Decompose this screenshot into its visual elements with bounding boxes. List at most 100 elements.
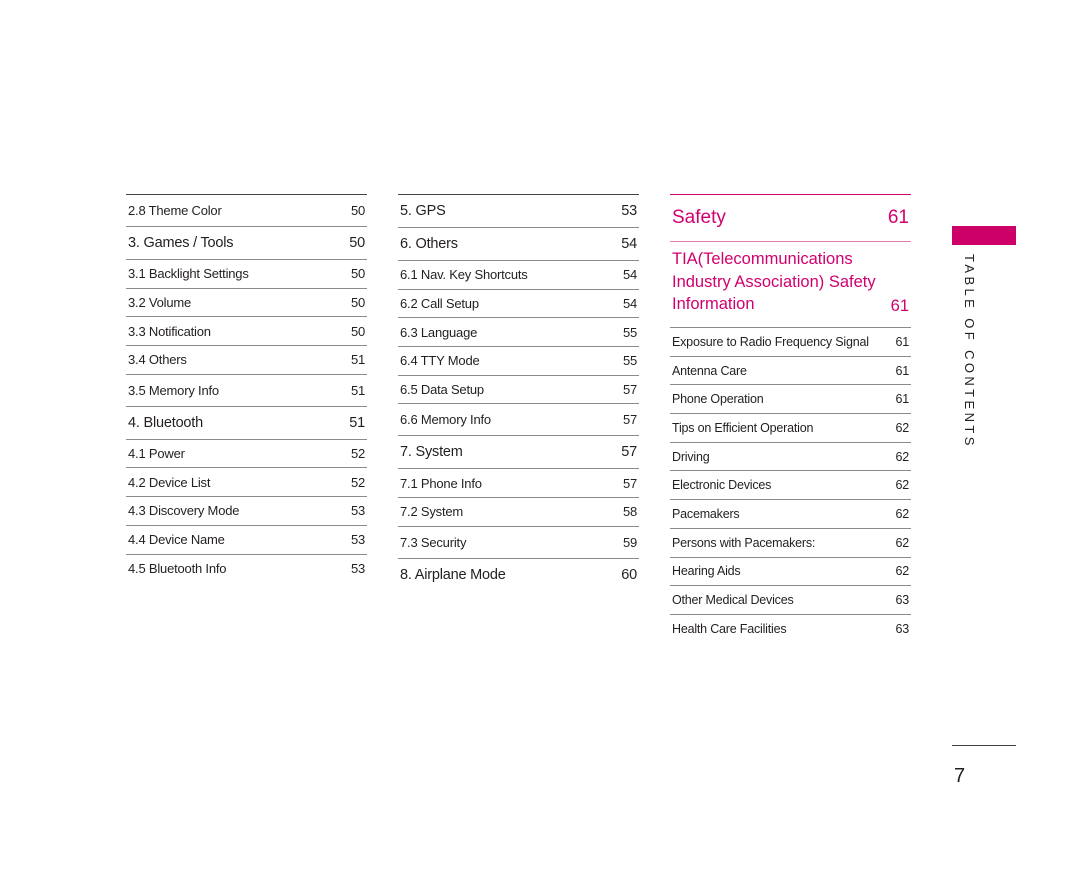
toc-entry[interactable]: Electronic Devices 62 [670, 470, 911, 499]
toc-entry-title: Other Medical Devices [672, 593, 794, 608]
toc-entry[interactable]: 8. Airplane Mode 60 [398, 557, 639, 591]
toc-entry-page: 62 [895, 506, 909, 521]
toc-entry-title: 7.2 System [400, 504, 464, 520]
toc-entry[interactable]: 3.5 Memory Info 51 [126, 373, 367, 406]
toc-entry-title: Electronic Devices [672, 478, 772, 493]
toc-entry[interactable]: 3.2 Volume 50 [126, 287, 367, 317]
toc-entry[interactable]: 6.1 Nav. Key Shortcuts 54 [398, 260, 639, 289]
toc-entry[interactable]: 7. System 57 [398, 435, 639, 468]
toc-list: 2.8 Theme Color 50 3. Games / Tools 50 3.1 B… [126, 194, 367, 582]
toc-entry[interactable]: 3.3 Notification 50 [126, 316, 367, 345]
toc-entry-title: 3.5 Memory Info [128, 382, 219, 398]
toc-entry[interactable]: 7.3 Security 59 [398, 525, 639, 558]
toc-entry-title: 5. GPS [400, 203, 446, 219]
toc-list: 5. GPS 53 6. Others 54 6.1 Nav. Key Shortcut… [398, 194, 639, 591]
toc-entry-title: 7.1 Phone Info [400, 475, 482, 491]
toc-entry[interactable]: 4.1 Power 52 [126, 438, 367, 468]
toc-entry[interactable]: 3.4 Others 51 [126, 345, 367, 374]
toc-entry-page: 62 [895, 420, 909, 435]
toc-entry-page: 62 [895, 478, 909, 493]
toc-entry[interactable]: 4.4 Device Name 53 [126, 524, 367, 554]
toc-entry-title: Pacemakers [672, 506, 740, 521]
toc-entry[interactable]: 4.2 Device List 52 [126, 467, 367, 496]
toc-entry-title: Health Care Facilities [672, 621, 787, 636]
safety-list: Exposure to Radio Frequency Signal 61 Ante… [670, 327, 911, 643]
toc-entry[interactable]: Pacemakers 62 [670, 499, 911, 528]
toc-entry[interactable]: 6. Others 54 [398, 227, 639, 260]
toc-entry-title: 3.3 Notification [128, 323, 211, 339]
toc-entry-title: 4.5 Bluetooth Info [128, 560, 227, 576]
toc-entry-page: 53 [350, 532, 365, 548]
toc-entry-title: 3.1 Backlight Settings [128, 266, 249, 282]
toc-entry-page: 50 [350, 266, 365, 282]
toc-entry-page: 58 [622, 504, 637, 520]
toc-entry-title: 4.2 Device List [128, 474, 211, 490]
toc-entry-page: 53 [621, 203, 637, 219]
toc-entry-title: 8. Airplane Mode [400, 566, 506, 583]
tia-heading-title: TIA(Telecommunications Industry Associat… [672, 250, 876, 313]
toc-entry-page: 57 [622, 475, 637, 491]
toc-entry[interactable]: 2.8 Theme Color 50 [126, 194, 367, 226]
toc-entry-page: 62 [895, 535, 909, 550]
toc-entry-title: Persons with Pacemakers: [672, 535, 816, 550]
toc-entry[interactable]: 7.1 Phone Info 57 [398, 468, 639, 497]
toc-entry-title: 6.2 Call Setup [400, 296, 479, 312]
safety-heading[interactable]: Safety 61 [670, 194, 911, 241]
toc-entry-title: 4. Bluetooth [128, 414, 203, 431]
toc-entry[interactable]: 7.2 System 58 [398, 497, 639, 526]
toc-entry[interactable]: 4.5 Bluetooth Info 53 [126, 553, 367, 583]
toc-entry[interactable]: 3.1 Backlight Settings 50 [126, 259, 367, 288]
toc-entry[interactable]: 6.4 TTY Mode 55 [398, 346, 639, 375]
toc-entry-page: 57 [622, 412, 637, 428]
toc-entry-page: 51 [349, 414, 365, 431]
toc-entry-title: 3. Games / Tools [128, 235, 234, 251]
toc-entry[interactable]: 6.5 Data Setup 57 [398, 374, 639, 404]
toc-entry[interactable]: 3. Games / Tools 50 [126, 226, 367, 259]
toc-entry-page: 53 [350, 560, 365, 576]
toc-entry-page: 50 [350, 203, 365, 218]
toc-entry[interactable]: Phone Operation 61 [670, 384, 911, 413]
toc-entry[interactable]: Hearing Aids 62 [670, 556, 911, 586]
toc-entry[interactable]: Antenna Care 61 [670, 355, 911, 385]
toc-entry-page: 50 [349, 235, 365, 251]
toc-entry[interactable]: 6.2 Call Setup 54 [398, 288, 639, 318]
toc-entry-page: 54 [622, 267, 637, 283]
toc-entry-page: 63 [895, 593, 909, 608]
toc-entry-title: Antenna Care [672, 363, 747, 378]
toc-entry-title: Driving [672, 449, 710, 464]
toc-entry-page: 54 [622, 296, 637, 312]
toc-entry-title: 6.3 Language [400, 324, 478, 340]
toc-entry[interactable]: 6.3 Language 55 [398, 317, 639, 346]
toc-entry[interactable]: Persons with Pacemakers: 62 [670, 527, 911, 557]
toc-entry-page: 61 [895, 363, 909, 378]
toc-entry-page: 63 [895, 621, 909, 636]
toc-entry[interactable]: Exposure to Radio Frequency Signal 61 [670, 327, 911, 356]
section-tab-marker [952, 226, 1016, 245]
toc-entry-page: 59 [622, 534, 637, 550]
side-section-label: TABLE OF CONTENTS [962, 254, 977, 449]
toc-column-2: 5. GPS 53 6. Others 54 6.1 Nav. Key Shortcut… [398, 194, 639, 591]
toc-entry[interactable]: Other Medical Devices 63 [670, 585, 911, 614]
toc-entry-page: 57 [622, 382, 637, 398]
tia-safety-heading[interactable]: TIA(Telecommunications Industry Associat… [670, 241, 911, 327]
toc-entry-title: 7.3 Security [400, 534, 467, 550]
toc-entry[interactable]: 6.6 Memory Info 57 [398, 403, 639, 435]
toc-entry-title: 4.4 Device Name [128, 532, 225, 548]
toc-entry[interactable]: Driving 62 [670, 441, 911, 471]
tia-heading-page: 61 [890, 296, 909, 315]
toc-entry-page: 51 [350, 382, 365, 398]
toc-entry[interactable]: 4.3 Discovery Mode 53 [126, 496, 367, 525]
toc-entry-page: 54 [621, 236, 637, 252]
toc-entry-page: 62 [895, 564, 909, 579]
toc-entry-page: 60 [621, 566, 637, 583]
toc-entry-title: 6.6 Memory Info [400, 412, 491, 428]
toc-entry-title: Hearing Aids [672, 564, 741, 579]
toc-entry[interactable]: 4. Bluetooth 51 [126, 405, 367, 439]
page-number-rule [952, 745, 1016, 746]
toc-entry[interactable]: Tips on Efficient Operation 62 [670, 413, 911, 442]
toc-entry-page: 55 [622, 353, 637, 369]
toc-entry[interactable]: 5. GPS 53 [398, 194, 639, 227]
toc-entry-title: 3.2 Volume [128, 295, 192, 311]
toc-entry-title: 4.3 Discovery Mode [128, 503, 240, 519]
toc-entry[interactable]: Health Care Facilities 63 [670, 613, 911, 643]
